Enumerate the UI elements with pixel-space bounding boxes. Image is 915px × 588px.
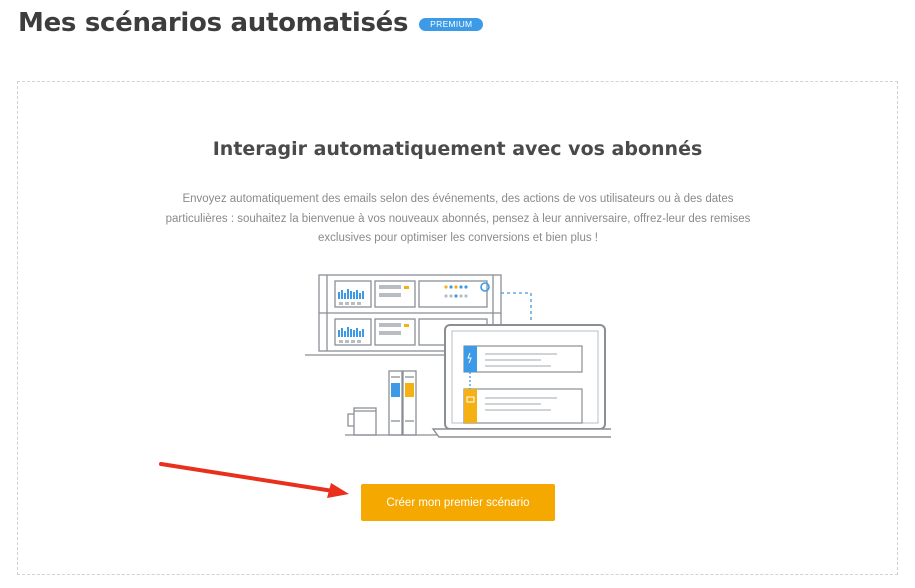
servers-laptop-illustration: [305, 274, 611, 438]
page-title: Mes scénarios automatisés: [18, 8, 409, 38]
create-first-scenario-button[interactable]: Créer mon premier scénario: [361, 484, 555, 521]
empty-state-description: Envoyez automatiquement des emails selon…: [165, 193, 751, 244]
page-header: Mes scénarios automatisés PREMIUM: [18, 8, 484, 38]
page: Mes scénarios automatisés PREMIUM Intera…: [0, 0, 915, 588]
laptop-icon: [431, 324, 611, 438]
empty-state-title: Interagir automatiquement avec vos abonn…: [212, 138, 703, 160]
premium-badge: PREMIUM: [419, 18, 484, 31]
red-arrow-icon: [159, 462, 349, 498]
books-icon: [388, 370, 417, 436]
mug-icon: [347, 407, 377, 436]
empty-state-card: Interagir automatiquement avec vos abonn…: [17, 81, 898, 575]
